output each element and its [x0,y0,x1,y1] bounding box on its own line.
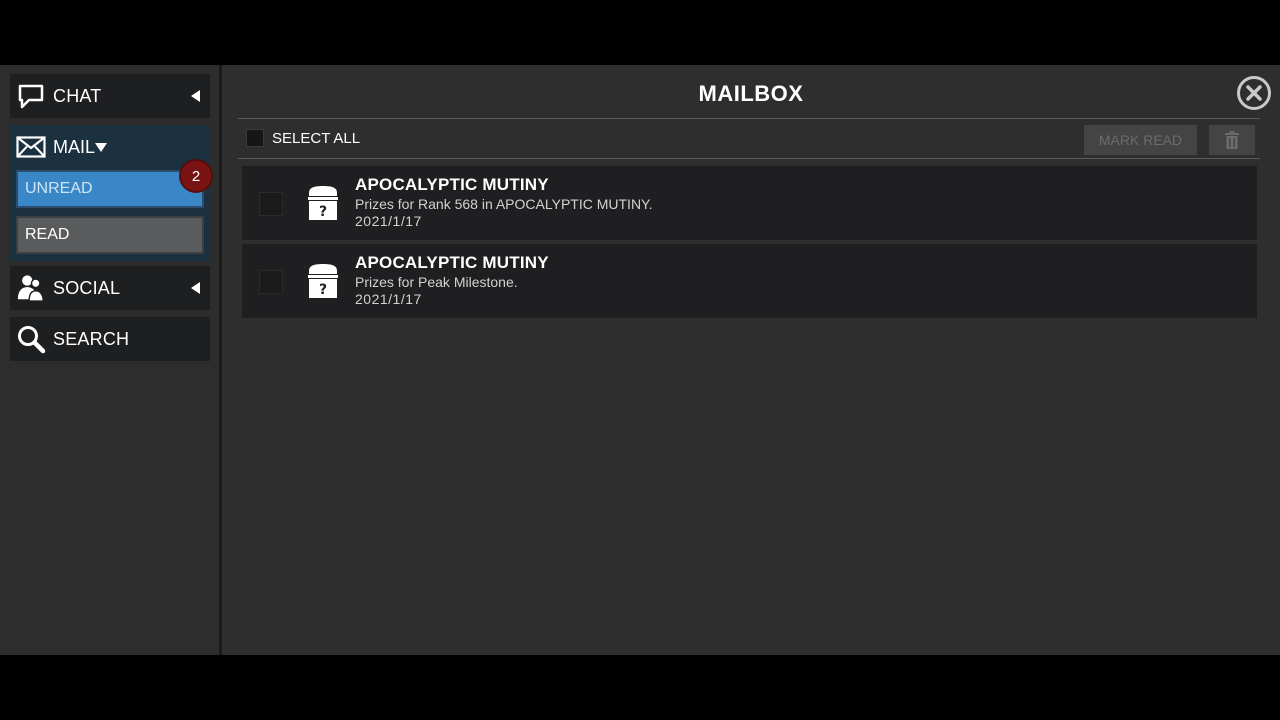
mailbox-panel: MAILBOX SELECT ALL MARK READ ? APOCALYPT… [222,65,1280,655]
tab-read[interactable]: READ [16,216,204,254]
select-all-toggle[interactable]: SELECT ALL [246,129,360,147]
chevron-left-icon [191,282,200,294]
mail-date: 2021/1/17 [355,213,422,229]
mail-description: Prizes for Rank 568 in APOCALYPTIC MUTIN… [355,196,653,212]
close-icon [1246,85,1262,101]
mail-subject: APOCALYPTIC MUTINY [355,253,549,272]
mail-checkbox[interactable] [259,270,283,294]
svg-text:?: ? [319,204,327,220]
mystery-chest-icon: ? [304,262,342,300]
social-people-icon [16,273,46,303]
select-all-checkbox[interactable] [246,129,264,147]
envelope-icon [16,132,46,162]
chevron-left-icon [191,90,200,102]
mystery-chest-icon: ? [304,184,342,222]
sidebar-item-chat[interactable]: CHAT [10,74,210,118]
select-all-label: SELECT ALL [272,129,361,147]
page-title: MAILBOX [698,81,804,106]
sidebar-item-search[interactable]: SEARCH [10,317,210,361]
chevron-down-icon [95,142,108,152]
search-label: SEARCH [53,328,130,349]
read-label: READ [25,226,70,243]
chat-bubble-icon [16,81,46,111]
sidebar: CHAT MAIL UNREAD 2 READ SOCIAL SEARCH [0,65,219,655]
search-icon [16,324,46,354]
unread-label: UNREAD [25,180,93,197]
sidebar-item-mail[interactable]: MAIL [10,125,210,169]
letterbox-top [0,0,1280,65]
svg-text:?: ? [319,282,327,298]
chat-label: CHAT [53,85,102,106]
trash-icon [1225,131,1239,149]
mail-label: MAIL [53,136,96,157]
mailbox-screen: CHAT MAIL UNREAD 2 READ SOCIAL SEARCH MA… [0,65,1280,655]
mail-row[interactable]: ? APOCALYPTIC MUTINY Prizes for Peak Mil… [242,244,1257,318]
mail-description: Prizes for Peak Milestone. [355,274,518,290]
mail-date: 2021/1/17 [355,291,422,307]
delete-button[interactable] [1209,125,1255,155]
tab-unread[interactable]: UNREAD [16,170,204,208]
letterbox-bottom [0,655,1280,720]
mail-checkbox[interactable] [259,192,283,216]
social-label: SOCIAL [53,277,121,298]
mark-read-button[interactable]: MARK READ [1084,125,1197,155]
close-button[interactable] [1237,76,1271,110]
unread-count-badge: 2 [179,159,213,193]
mail-subject: APOCALYPTIC MUTINY [355,175,549,194]
mail-row[interactable]: ? APOCALYPTIC MUTINY Prizes for Rank 568… [242,166,1257,240]
sidebar-item-social[interactable]: SOCIAL [10,266,210,310]
divider-toolbar [238,158,1260,159]
divider-top [238,118,1260,119]
